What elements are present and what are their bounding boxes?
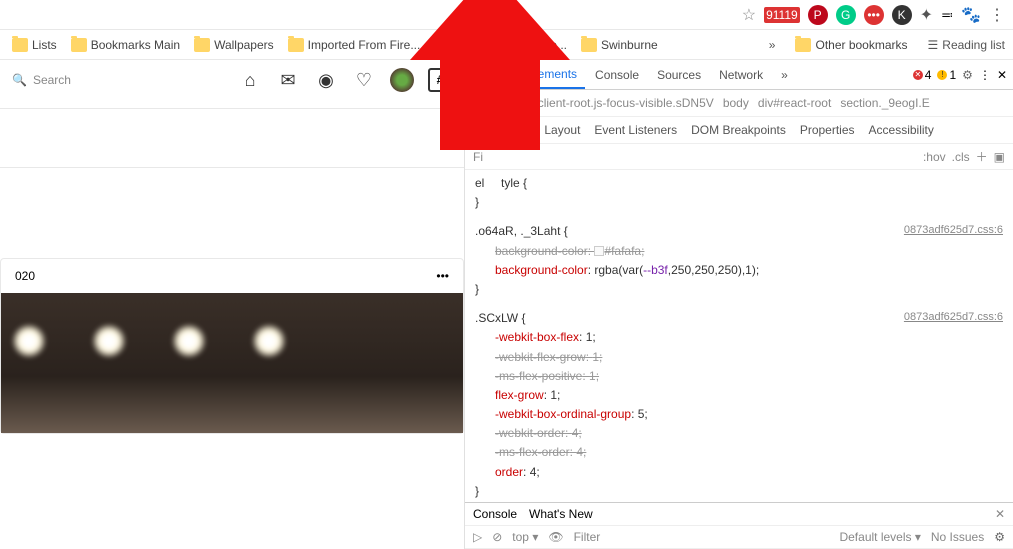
error-count[interactable]: ✕4: [913, 68, 932, 82]
tabs-overflow[interactable]: »: [773, 62, 796, 88]
post-menu-icon[interactable]: •••: [436, 269, 449, 283]
eye-icon[interactable]: 👁: [548, 530, 563, 544]
bookmark-item[interactable]: Lists: [8, 36, 61, 54]
log-levels[interactable]: Default levels ▾: [839, 530, 920, 544]
reading-list[interactable]: ☰Reading list: [928, 38, 1005, 52]
grammarly-icon[interactable]: G: [836, 5, 856, 25]
post-image[interactable]: [1, 293, 463, 433]
tab-layout[interactable]: Layout: [544, 123, 580, 137]
bookmark-item[interactable]: Imported From Fire...: [284, 36, 425, 54]
console-play-icon[interactable]: ▷: [473, 530, 482, 544]
compass-icon[interactable]: ◉: [314, 68, 338, 92]
avatar[interactable]: [390, 68, 414, 92]
bookmark-item[interactable]: Swinburne: [577, 36, 662, 54]
devtools-menu-icon[interactable]: ⋮: [979, 68, 991, 82]
heart-icon[interactable]: ♡: [352, 68, 376, 92]
tab-properties[interactable]: Properties: [800, 123, 855, 137]
list-icon[interactable]: ≕: [941, 8, 953, 22]
paw-icon[interactable]: 🐾: [961, 5, 981, 25]
warning-count[interactable]: !1: [937, 68, 956, 82]
reading-list-icon: ☰: [928, 38, 939, 52]
styles-tabs: Computed Layout Event Listeners DOM Brea…: [465, 117, 1013, 144]
hov-toggle[interactable]: :hov: [923, 150, 946, 164]
close-icon[interactable]: ✕: [997, 68, 1007, 82]
folder-icon: [71, 38, 87, 52]
devtools-tabs: ⬚ ▭ Elements Console Sources Network » ✕…: [465, 60, 1013, 90]
search-input[interactable]: 🔍 Search: [12, 73, 222, 87]
tab-dom-breakpoints[interactable]: DOM Breakpoints: [691, 123, 786, 137]
folder-icon: [581, 38, 597, 52]
folder-icon: [795, 38, 811, 52]
folder-icon: [194, 38, 210, 52]
bookmark-item[interactable]: Bookmarks Main: [67, 36, 184, 54]
dom-breadcrumb[interactable]: js.logged-in.client-root.js-focus-visibl…: [465, 90, 1013, 117]
context-selector[interactable]: top ▾: [512, 530, 538, 544]
tab-console[interactable]: Console: [587, 62, 647, 88]
gmail-icon[interactable]: 91119: [764, 7, 800, 23]
folder-icon: [12, 38, 28, 52]
tab-sources[interactable]: Sources: [649, 62, 709, 88]
drawer-tab-console[interactable]: Console: [473, 507, 517, 521]
console-drawer: Console What's New ✕ ▷ ⊘ top ▾ 👁 Filter …: [465, 502, 1013, 549]
clear-console-icon[interactable]: ⊘: [492, 530, 502, 544]
star-icon[interactable]: ☆: [742, 5, 756, 25]
source-link[interactable]: 0873adf625d7.css:6: [904, 309, 1003, 327]
drawer-tab-whats-new[interactable]: What's New: [529, 507, 593, 521]
filter-label: Fi: [473, 150, 483, 164]
new-rule-icon[interactable]: ＋: [976, 148, 988, 165]
page-viewport: 🔍 Search ⌂ ✉ ◉ ♡ # 020 •••: [0, 60, 465, 549]
styles-pane[interactable]: el tyle { } 0873adf625d7.css:6 .o64aR, .…: [465, 170, 1013, 502]
bookmarks-overflow[interactable]: »: [769, 38, 776, 52]
post-card: 020 •••: [0, 258, 464, 434]
settings-icon[interactable]: ⚙: [962, 68, 973, 82]
tab-network[interactable]: Network: [711, 62, 771, 88]
messenger-icon[interactable]: ✉: [276, 68, 300, 92]
settings-icon[interactable]: ⚙: [994, 530, 1005, 544]
annotation-arrow: [440, 60, 540, 150]
browser-menu-icon[interactable]: ⋮: [989, 5, 1005, 25]
issues-badge[interactable]: No Issues: [931, 530, 984, 544]
console-filter-input[interactable]: Filter: [574, 530, 601, 544]
panel-toggle-icon[interactable]: ▣: [994, 150, 1005, 164]
close-icon[interactable]: ✕: [995, 507, 1005, 521]
search-icon: 🔍: [12, 73, 27, 87]
extension-k-icon[interactable]: K: [892, 5, 912, 25]
home-icon[interactable]: ⌂: [238, 68, 262, 92]
pinterest-icon[interactable]: P: [808, 5, 828, 25]
devtools-panel: ⬚ ▭ Elements Console Sources Network » ✕…: [465, 60, 1013, 549]
content-block: [0, 108, 464, 168]
instagram-nav: 🔍 Search ⌂ ✉ ◉ ♡ #: [0, 60, 464, 100]
extensions-icon[interactable]: ✦: [920, 5, 933, 25]
folder-icon: [288, 38, 304, 52]
cls-toggle[interactable]: .cls: [952, 150, 970, 164]
tab-event-listeners[interactable]: Event Listeners: [594, 123, 677, 137]
bookmark-item[interactable]: Wallpapers: [190, 36, 278, 54]
other-bookmarks[interactable]: Other bookmarks: [791, 36, 911, 54]
extension-icon[interactable]: •••: [864, 5, 884, 25]
post-date: 020: [15, 269, 35, 283]
source-link[interactable]: 0873adf625d7.css:6: [904, 222, 1003, 240]
tab-accessibility[interactable]: Accessibility: [869, 123, 934, 137]
styles-filter-bar: Fi :hov .cls ＋ ▣: [465, 144, 1013, 170]
